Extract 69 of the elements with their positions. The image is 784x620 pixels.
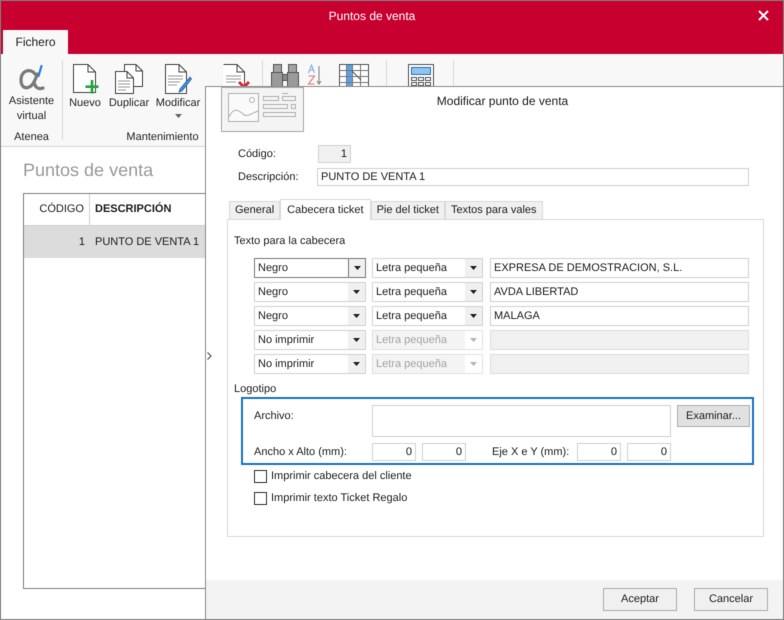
caret-down-icon bbox=[353, 314, 360, 318]
page-heading: Puntos de venta bbox=[23, 159, 154, 182]
table-cell-text: 1 bbox=[78, 234, 86, 250]
field-label: Archivo: bbox=[254, 409, 295, 423]
caret-down-icon bbox=[470, 290, 477, 294]
ribbon-button[interactable]: Duplicar bbox=[106, 64, 152, 111]
table-icon[interactable] bbox=[339, 64, 369, 86]
checkbox[interactable] bbox=[254, 492, 267, 504]
dropdown[interactable]: Letra pequeña bbox=[372, 306, 483, 326]
dropdown[interactable]: Letra pequeña bbox=[372, 258, 483, 278]
caret-down-icon bbox=[353, 362, 360, 366]
sort-icon[interactable] bbox=[307, 64, 323, 86]
section-label: Texto para la cabecera bbox=[234, 234, 346, 248]
section-label: Logotipo bbox=[234, 382, 276, 396]
field-label: Descripción: bbox=[238, 170, 300, 185]
dialog-title: Modificar punto de venta bbox=[436, 94, 568, 108]
caret-down-icon bbox=[470, 266, 477, 270]
checkbox-label: Imprimir texto Ticket Regalo bbox=[271, 490, 408, 506]
checkbox[interactable] bbox=[254, 470, 267, 482]
caret-down-icon bbox=[353, 290, 360, 294]
browse-button[interactable]: Examinar... bbox=[677, 405, 750, 427]
table-row[interactable]: 1 PUNTO DE VENTA 1 bbox=[24, 226, 205, 258]
number-field[interactable]: 0 bbox=[422, 443, 466, 461]
checkbox-label: Imprimir cabecera del cliente bbox=[271, 468, 412, 484]
caret-down-icon bbox=[353, 338, 360, 342]
window-title: Puntos de venta bbox=[328, 8, 416, 24]
text-field[interactable]: PUNTO DE VENTA 1 bbox=[317, 168, 749, 186]
document-delete-icon[interactable] bbox=[222, 64, 250, 88]
tab[interactable]: Textos para vales bbox=[444, 201, 543, 219]
dropdown[interactable]: Negro bbox=[254, 258, 366, 278]
dropdown[interactable]: Letra pequeña bbox=[372, 282, 483, 302]
ribbon-button[interactable]: Nuevo bbox=[64, 64, 106, 111]
new-document-icon bbox=[71, 64, 99, 94]
number-field[interactable]: 0 bbox=[372, 443, 416, 461]
group-label: Atenea bbox=[14, 130, 49, 145]
alpha-icon bbox=[18, 64, 46, 92]
column-header[interactable]: DESCRIPCIÓN bbox=[90, 194, 205, 225]
number-field[interactable]: 0 bbox=[577, 443, 621, 461]
dropdown[interactable]: Negro bbox=[254, 306, 366, 326]
tab[interactable]: General bbox=[229, 201, 280, 219]
text-field[interactable]: EXPRESA DE DEMOSTRACION, S.L. bbox=[490, 258, 749, 278]
text-field[interactable]: MALAGA bbox=[490, 306, 749, 326]
column-header[interactable]: CÓDIGO bbox=[24, 194, 90, 225]
duplicate-documents-icon bbox=[114, 64, 144, 94]
ribbon-button[interactable]: Asistente virtual bbox=[1, 64, 62, 124]
calculator-icon[interactable] bbox=[408, 64, 434, 86]
table-cell-text: PUNTO DE VENTA 1 bbox=[94, 234, 200, 250]
field-label: Código: bbox=[238, 146, 277, 162]
caret-down-icon bbox=[470, 314, 477, 318]
file-path-field[interactable] bbox=[372, 405, 671, 437]
dropdown[interactable]: Negro bbox=[254, 282, 366, 302]
tab[interactable]: Cabecera ticket bbox=[280, 199, 371, 220]
caret-down-icon bbox=[470, 362, 477, 366]
binoculars-icon[interactable] bbox=[270, 64, 300, 86]
chevron-right-icon[interactable] bbox=[207, 352, 212, 360]
ribbon-tab[interactable]: Fichero bbox=[3, 30, 68, 54]
caret-down-icon bbox=[470, 338, 477, 342]
field-label: Ancho x Alto (mm): bbox=[254, 444, 348, 460]
dialog-button[interactable]: Aceptar bbox=[603, 588, 677, 611]
text-field[interactable]: AVDA LIBERTAD bbox=[490, 282, 749, 302]
caret-down-icon bbox=[354, 266, 360, 270]
close-icon bbox=[758, 10, 768, 21]
dialog-button[interactable]: Cancelar bbox=[694, 588, 768, 611]
field-label: Eje X e Y (mm): bbox=[492, 444, 570, 460]
ribbon-button[interactable]: Modificar bbox=[152, 64, 204, 118]
number-field[interactable]: 0 bbox=[627, 443, 671, 461]
group-label: Mantenimiento bbox=[126, 130, 199, 145]
document-pencil-icon bbox=[164, 64, 192, 94]
tab[interactable]: Pie del ticket bbox=[370, 201, 445, 219]
